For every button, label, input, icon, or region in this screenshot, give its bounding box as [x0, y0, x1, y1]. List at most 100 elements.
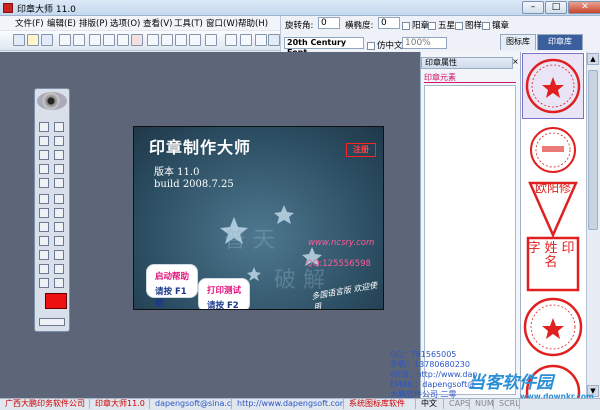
status-num: NUM — [472, 399, 494, 409]
color-swatch[interactable] — [45, 293, 67, 309]
pen-tool-icon[interactable] — [39, 122, 49, 132]
texture-tool-icon[interactable] — [54, 222, 64, 232]
eye-icon[interactable] — [37, 92, 67, 110]
close-button[interactable]: ✕ — [568, 1, 600, 14]
check-inlay[interactable]: 镶章 — [482, 19, 509, 31]
scroll-up-icon[interactable]: ▲ — [587, 53, 599, 65]
move-tool-icon[interactable] — [54, 178, 64, 188]
copy-icon[interactable] — [103, 34, 115, 46]
tab-seal-library[interactable]: 印章库 — [537, 34, 583, 50]
seal-thumb-1 — [525, 58, 581, 114]
open-icon[interactable] — [27, 34, 39, 46]
rotate-label: 旋转角: — [285, 21, 314, 31]
menu-file[interactable]: 文件(F) — [15, 17, 44, 29]
register-badge[interactable]: 注册 — [346, 143, 376, 157]
menu-layout[interactable]: 排版(P) — [79, 17, 108, 29]
element-list[interactable] — [424, 85, 516, 395]
new-icon[interactable] — [13, 34, 25, 46]
website-link[interactable]: www.ncsry.com — [308, 238, 374, 248]
status-scrl: SCRL — [496, 399, 520, 409]
print-test-button[interactable]: 打印测试 请按 F2 键 — [198, 278, 250, 310]
menu-window[interactable]: 窗口(W) — [206, 17, 238, 29]
paste-icon[interactable] — [117, 34, 129, 46]
menu-options[interactable]: 选项(O) — [110, 17, 140, 29]
text-tool-icon[interactable] — [39, 194, 49, 204]
rotate-field[interactable]: 0 — [318, 17, 340, 29]
check-star[interactable]: 五星 — [428, 19, 455, 31]
minimize-button[interactable]: – — [522, 1, 544, 14]
zoom-in-icon[interactable] — [39, 250, 49, 260]
export-icon[interactable] — [225, 34, 237, 46]
rect-tool-icon[interactable] — [54, 150, 64, 160]
grid-tool-icon[interactable] — [39, 278, 49, 288]
menu-tools[interactable]: 工具(T) — [174, 17, 203, 29]
zoom-out-icon[interactable] — [54, 250, 64, 260]
status-product: 印章大师11.0 — [92, 399, 150, 409]
zoom-icon[interactable] — [175, 34, 187, 46]
print-test-key: 请按 F2 键 — [207, 301, 239, 310]
splash-screen: 印章制作大师 注册 版本 11.0 build 2008.7.25 普 天 破 … — [133, 126, 384, 310]
help-icon[interactable] — [255, 34, 267, 46]
status-caps: CAPS — [446, 399, 470, 409]
menu-edit[interactable]: 编辑(E) — [47, 17, 76, 29]
scroll-thumb[interactable] — [588, 70, 598, 230]
title-bar — [0, 0, 600, 16]
panel-header: 印章属性 — [421, 57, 513, 69]
cut-icon[interactable] — [89, 34, 101, 46]
status-lang: 中文 — [418, 399, 444, 409]
font-tool-icon[interactable] — [54, 194, 64, 204]
undo-icon[interactable] — [147, 34, 159, 46]
print-test-label: 打印测试 — [207, 286, 242, 296]
eraser-tool-icon[interactable] — [54, 164, 64, 174]
line-tool-icon[interactable] — [54, 136, 64, 146]
seal-thumb-2 — [530, 127, 576, 173]
status-website: http://www.dapengsoft.com.cn — [234, 399, 344, 409]
start-help-label: 启动帮助 — [155, 272, 190, 282]
print-icon[interactable] — [59, 34, 71, 46]
hand-tool-icon[interactable] — [39, 236, 49, 246]
save-icon[interactable] — [41, 34, 53, 46]
menu-view[interactable]: 查看(V) — [143, 17, 172, 29]
check-yang[interactable]: 阳章 — [402, 19, 429, 31]
grid-icon[interactable] — [205, 34, 217, 46]
rotate-tool-icon[interactable] — [39, 178, 49, 188]
panel-subheader: 印章元素 — [424, 72, 516, 83]
menu-help[interactable]: 帮助(H) — [238, 17, 268, 29]
status-email: dapengsoft@sina.com — [152, 399, 232, 409]
contact-qq: QQ：781565005 — [390, 350, 457, 359]
panel-close-icon[interactable]: × — [512, 57, 520, 69]
version-text: 版本 11.0 — [154, 167, 200, 178]
start-help-button[interactable]: 启动帮助 请按 F1 键 — [146, 264, 198, 309]
brush-tool-icon[interactable] — [54, 122, 64, 132]
qq-text: QQ:125556598 — [306, 259, 371, 269]
select-icon[interactable] — [189, 34, 201, 46]
fill-tool-icon[interactable] — [39, 164, 49, 174]
ellipse-field[interactable]: 0 — [378, 17, 400, 29]
image-tool-icon[interactable] — [39, 222, 49, 232]
rotate-value: 0 — [321, 18, 327, 28]
stamp-tool-icon[interactable] — [39, 208, 49, 218]
status-company: 广西大鹏印务软件公司 — [2, 399, 90, 409]
align-tool-icon[interactable] — [54, 278, 64, 288]
select-tool-icon[interactable] — [54, 264, 64, 274]
seal-label-3: 欧阳修 — [534, 181, 571, 195]
maximize-button[interactable]: □ — [545, 1, 567, 14]
seal-thumbnails — [523, 58, 583, 398]
redo-icon[interactable] — [161, 34, 173, 46]
tab-icon-library[interactable]: 图标库 — [500, 34, 536, 50]
font-select[interactable]: 20th Century Font — [284, 37, 364, 57]
ellipse-label: 横椭度: — [345, 21, 374, 31]
delete-icon[interactable] — [131, 34, 143, 46]
zoom-select[interactable]: 100% — [402, 37, 447, 49]
check-center[interactable]: 仿中文 — [367, 39, 403, 51]
info-icon[interactable] — [268, 34, 280, 46]
image-icon[interactable] — [240, 34, 252, 46]
pencil-tool-icon[interactable] — [39, 136, 49, 146]
crop-tool-icon[interactable] — [39, 264, 49, 274]
check-pattern[interactable]: 图样 — [455, 19, 482, 31]
pan-tool-icon[interactable] — [54, 236, 64, 246]
star-tool-icon[interactable] — [54, 208, 64, 218]
preview-icon[interactable] — [73, 34, 85, 46]
color-picker-icon[interactable] — [39, 318, 65, 326]
circle-tool-icon[interactable] — [39, 150, 49, 160]
